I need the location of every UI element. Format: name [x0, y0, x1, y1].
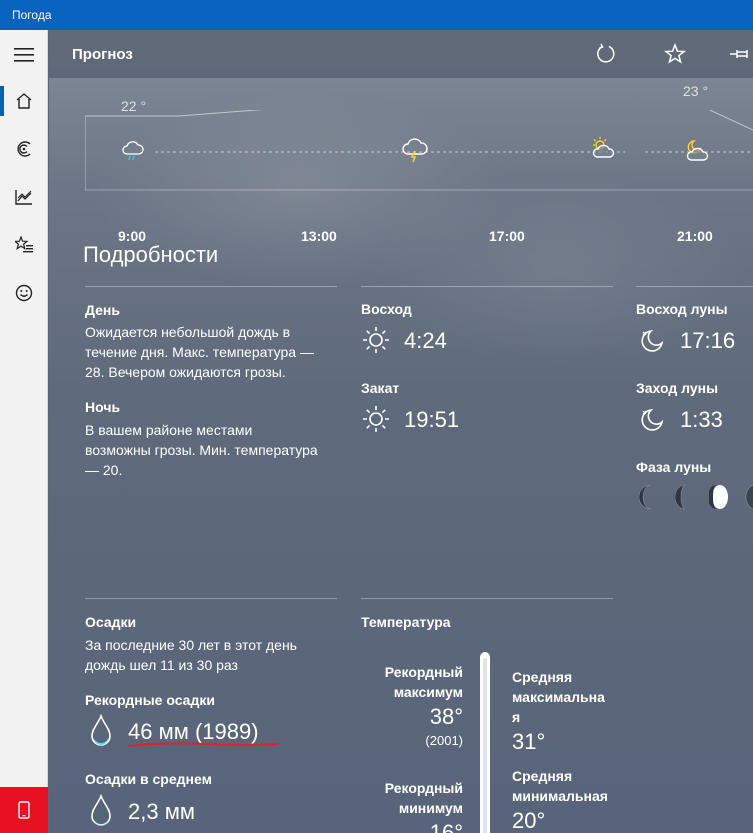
refresh-button[interactable]: [588, 36, 624, 72]
refresh-icon: [597, 43, 615, 63]
raindrop-icon: [91, 714, 111, 746]
waxing-gibbous-moon-icon: [709, 485, 728, 509]
home-icon: [16, 93, 32, 109]
smiley-icon: [15, 284, 33, 302]
hourly-time: 13:00: [301, 228, 337, 244]
precip-text: дождь шел 11 из 30 раз: [85, 657, 238, 673]
record-precip-label: Рекордные осадки: [85, 692, 215, 708]
avg-min-value: 20°: [512, 808, 546, 833]
window-title: Погода: [12, 8, 52, 22]
avg-min-label: минимальная: [512, 788, 608, 804]
precip-label: Осадки: [85, 614, 137, 630]
avg-precip-value: 2,3 мм: [128, 799, 195, 824]
nav-places-button[interactable]: [0, 222, 48, 268]
nav-feedback-button[interactable]: [0, 270, 48, 316]
divider: [85, 286, 337, 287]
raindrop-icon: [91, 794, 111, 826]
avg-max-value: 31°: [512, 729, 546, 754]
night-text: — 20.: [85, 462, 123, 478]
thunderstorm-icon: [402, 138, 428, 163]
phone-icon: [18, 801, 30, 819]
hamburger-menu-button[interactable]: [0, 32, 48, 78]
partly-cloudy-icon: [592, 137, 615, 158]
avg-max-label: Средняя: [512, 669, 573, 685]
precip-text: За последние 30 лет в этот день: [85, 637, 297, 653]
pin-button[interactable]: [725, 36, 753, 72]
avg-max-label: максимальна: [512, 689, 605, 705]
night-label: Ночь: [85, 399, 121, 415]
record-min-value: 16°: [429, 820, 463, 833]
hourly-time: 17:00: [489, 228, 525, 244]
moonrise-value: 17:16: [680, 328, 736, 353]
divider: [361, 598, 613, 599]
record-min-label: минимум: [398, 800, 463, 816]
nav-historical-button[interactable]: [0, 174, 48, 220]
window-titlebar: Погода: [0, 0, 753, 30]
record-max-year: (2001): [425, 733, 463, 748]
day-text: Ожидается небольшой дождь в: [85, 324, 291, 340]
moonrise-label: Восход луны: [636, 301, 728, 317]
sunrise-icon: [363, 327, 389, 353]
hourly-temp: 23 °: [683, 83, 709, 99]
radar-icon: [17, 141, 31, 157]
sunset-icon: [363, 406, 389, 432]
divider: [85, 598, 337, 599]
rain-cloud-icon: [122, 141, 144, 161]
moonset-label: Заход луны: [636, 380, 719, 396]
sunrise-label: Восход: [361, 301, 412, 317]
hourly-temp: 22 °: [121, 98, 147, 114]
sunrise-value: 4:24: [404, 328, 447, 353]
divider: [361, 286, 613, 287]
star-list-icon: [15, 236, 33, 253]
day-text: течение дня. Макс. температура —: [85, 344, 314, 360]
record-max-label: максимум: [393, 684, 463, 700]
nav-forecast-button[interactable]: [0, 78, 48, 124]
divider: [636, 286, 753, 287]
record-max-label: Рекордный: [384, 664, 463, 680]
temperature-label: Температура: [361, 614, 451, 630]
day-label: День: [85, 302, 120, 318]
avg-min-label: Средняя: [512, 768, 573, 784]
details-title: Подробности: [83, 242, 219, 267]
red-annotation-underline: [127, 742, 279, 747]
temperature-range-bar-inner: [483, 658, 487, 833]
full-moon-icon: [745, 484, 753, 510]
favorite-button[interactable]: [657, 36, 693, 72]
hourly-grid: [85, 110, 753, 191]
page-title: Прогноз: [72, 46, 133, 63]
moonset-icon: [641, 408, 664, 431]
waning-crescent-icon: [639, 484, 652, 510]
star-icon: [664, 43, 686, 64]
sunset-value: 19:51: [404, 407, 460, 432]
avg-precip-label: Осадки в среднем: [85, 771, 212, 787]
sunset-label: Закат: [361, 380, 400, 396]
moonset-value: 1:33: [680, 407, 723, 432]
nav-rail: [0, 30, 48, 833]
record-max-value: 38°: [429, 704, 463, 729]
night-text: возможны грозы. Мин. температура: [85, 442, 318, 458]
moonrise-icon: [641, 329, 664, 352]
page-header: Прогноз: [49, 30, 753, 78]
night-text: В вашем районе местами: [85, 422, 253, 438]
record-min-label: Рекордный: [384, 780, 463, 796]
partly-cloudy-night-icon: [686, 140, 709, 161]
avg-max-label: я: [512, 709, 521, 725]
day-text: 28. Вечером ожидаются грозы.: [85, 364, 286, 380]
first-quarter-moon-icon: [675, 484, 686, 510]
chart-icon: [15, 190, 32, 205]
pin-icon: [730, 50, 748, 58]
nav-phone-button[interactable]: [0, 787, 48, 833]
hourly-time: 21:00: [677, 228, 713, 244]
hamburger-icon: [14, 48, 34, 62]
hourly-forecast[interactable]: 22 ° 23 ° 9:00 13:00 17:00 21:00: [85, 83, 753, 244]
main-content: Прогноз 22 ° 23 ° 9:00 13:00 17:00 21:00…: [49, 30, 753, 833]
nav-maps-button[interactable]: [0, 126, 48, 172]
moonphase-label: Фаза луны: [636, 459, 712, 475]
